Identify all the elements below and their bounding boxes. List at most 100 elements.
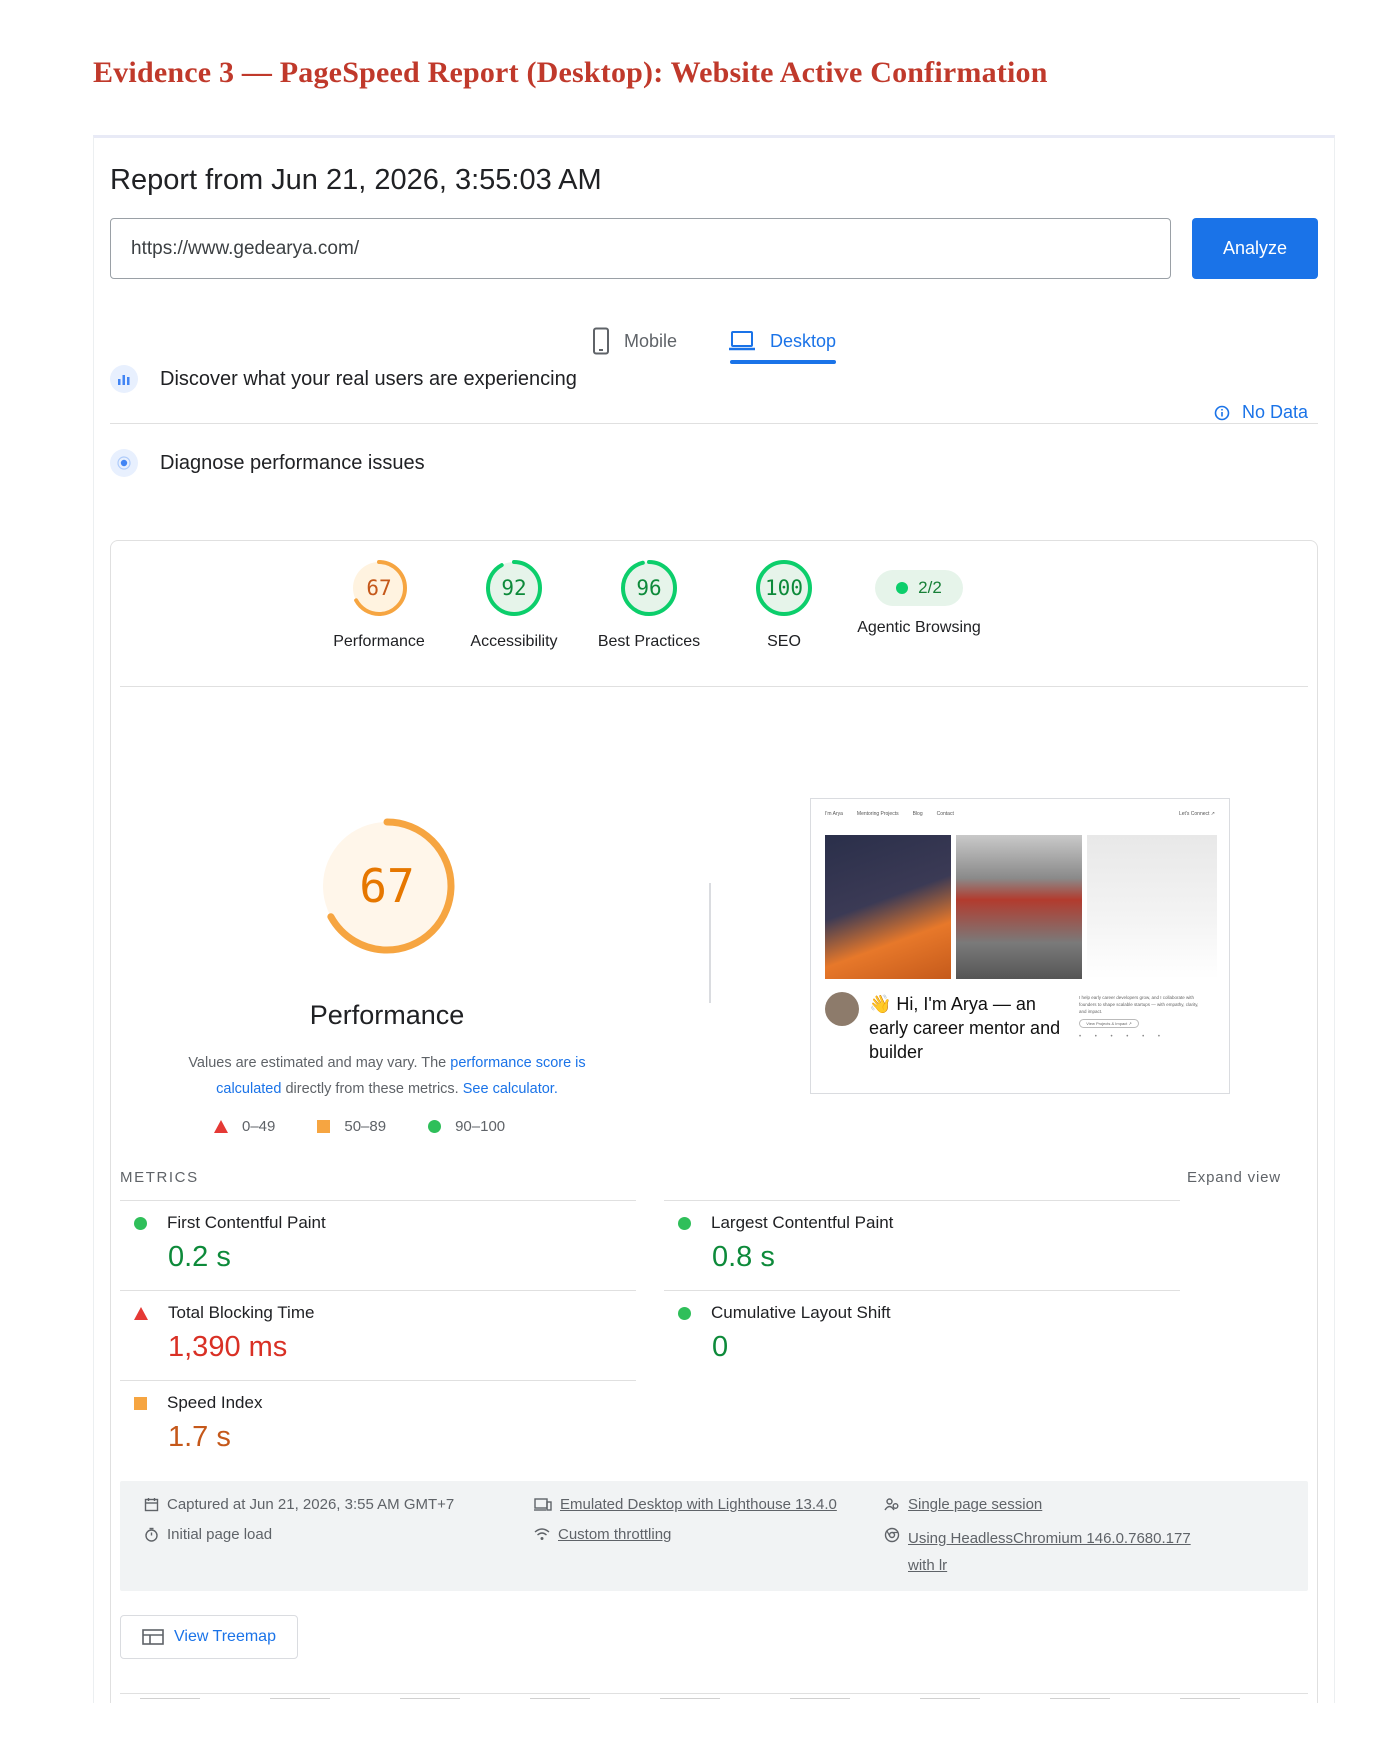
view-treemap-label: View Treemap — [174, 1628, 276, 1645]
metric-label: Largest Contentful Paint — [711, 1213, 894, 1232]
analyze-button[interactable]: Analyze — [1192, 218, 1318, 279]
laptop-icon — [729, 331, 755, 351]
expand-view-toggle[interactable]: Expand view — [1187, 1169, 1281, 1186]
fail-triangle-icon — [134, 1306, 148, 1320]
score-gauge-agentic-browsing[interactable]: 2/2 Agentic Browsing — [834, 557, 1004, 637]
screenshot-nav-item: Mentoring Projects — [856, 811, 899, 817]
url-input[interactable] — [110, 218, 1171, 279]
filmstrip-frame — [790, 1698, 850, 1703]
metric-value: 1.7 s — [168, 1421, 231, 1453]
metric-divider — [120, 1200, 636, 1201]
screenshot-nav-item: Blog — [912, 811, 923, 817]
pass-dot-icon — [896, 582, 909, 594]
metric-label: Speed Index — [167, 1393, 263, 1412]
score-gauge-performance[interactable]: 67 Performance — [304, 557, 454, 651]
chrome-icon — [884, 1527, 900, 1543]
emulated-device-text: Emulated Desktop with Lighthouse 13.4.0 — [560, 1496, 837, 1513]
metric-divider — [120, 1290, 636, 1291]
captured-at: Captured at Jun 21, 2026, 3:55 AM GMT+7 — [144, 1495, 454, 1515]
legend-average: 50–89 — [317, 1118, 386, 1135]
initial-page-load: Initial page load — [144, 1525, 272, 1545]
gauge-score: 67 — [366, 576, 392, 600]
screenshot-side-paragraph: I help early career developers grow, and… — [1079, 995, 1199, 1014]
metric-divider — [120, 1380, 636, 1381]
gauge-score: 96 — [636, 576, 662, 600]
wifi-icon — [534, 1528, 550, 1540]
legend-average-label: 50–89 — [344, 1118, 387, 1135]
view-treemap-button[interactable]: View Treemap — [120, 1615, 298, 1659]
real-users-row[interactable]: Discover what your real users are experi… — [110, 354, 577, 404]
legend-bad: 0–49 — [214, 1118, 275, 1135]
filmstrip-frame — [270, 1698, 330, 1703]
emulated-device[interactable]: Emulated Desktop with Lighthouse 13.4.0 — [534, 1495, 837, 1515]
metric-value: 0 — [712, 1331, 729, 1363]
filmstrip-frame — [530, 1698, 590, 1703]
fail-triangle-icon — [214, 1120, 228, 1133]
agentic-value: 2/2 — [918, 578, 942, 597]
filmstrip-frame — [400, 1698, 460, 1703]
tab-desktop[interactable]: Desktop — [728, 316, 836, 366]
lighthouse-icon — [110, 449, 138, 477]
metric-value: 0.2 s — [168, 1241, 231, 1273]
browser-version-text: Using HeadlessChromium 146.0.7680.177 wi… — [908, 1530, 1191, 1574]
filmstrip-frame — [1050, 1698, 1110, 1703]
metric-divider — [664, 1290, 1180, 1291]
score-gauge-best-practices[interactable]: 96 Best Practices — [574, 557, 724, 651]
pass-circle-icon — [678, 1216, 691, 1230]
captured-at-text: Captured at Jun 21, 2026, 3:55 AM GMT+7 — [167, 1496, 455, 1513]
filmstrip-frame — [660, 1698, 720, 1703]
timer-icon — [145, 1527, 158, 1542]
screenshot-photo-2 — [956, 835, 1082, 979]
filmstrip — [120, 1693, 1308, 1703]
metric-label: First Contentful Paint — [167, 1213, 326, 1232]
tab-mobile-label: Mobile — [624, 330, 678, 351]
legend-bad-label: 0–49 — [242, 1118, 276, 1135]
crux-chart-icon — [110, 365, 138, 393]
pass-circle-icon — [428, 1120, 442, 1133]
report-title: Report from Jun 21, 2026, 3:55:03 AM — [110, 164, 602, 196]
screenshot-nav-brand: I'm Arya — [825, 811, 843, 817]
metric-label: Total Blocking Time — [168, 1303, 315, 1322]
performance-title: Performance — [309, 1000, 465, 1030]
screenshot-side-text: I help early career developers grow, and… — [1079, 994, 1199, 1041]
tab-desktop-label: Desktop — [770, 330, 837, 351]
no-data-status[interactable]: No Data — [1214, 402, 1308, 423]
screenshot-social-icons: • • • • • • — [1079, 1034, 1166, 1040]
tab-mobile[interactable]: Mobile — [592, 316, 677, 366]
browser-version[interactable]: Using HeadlessChromium 146.0.7680.177 wi… — [884, 1525, 1214, 1579]
devices-icon — [534, 1498, 552, 1511]
score-legend: 0–49 50–89 90–100 — [214, 1118, 505, 1135]
gauge-score: 100 — [765, 576, 803, 600]
metric-lcp: Largest Contentful Paint 0.8 s — [678, 1213, 893, 1274]
screenshot-photo-3 — [1087, 835, 1217, 979]
gauges-divider — [120, 686, 1308, 687]
document-title: Evidence 3 — PageSpeed Report (Desktop):… — [93, 56, 1048, 89]
legend-good: 90–100 — [428, 1118, 505, 1135]
agentic-pill: 2/2 — [875, 570, 963, 606]
single-page-session-text: Single page session — [908, 1496, 1043, 1513]
final-screenshot: I'm Arya Mentoring Projects Blog Contact… — [810, 798, 1230, 1094]
selected-tab-indicator — [730, 360, 836, 364]
pass-circle-icon — [134, 1216, 147, 1230]
score-gauge-accessibility[interactable]: 92 Accessibility — [439, 557, 589, 651]
gauge-score: 92 — [501, 576, 527, 600]
network-throttling[interactable]: Custom throttling — [534, 1525, 671, 1545]
metric-divider — [664, 1200, 1180, 1201]
info-icon — [1214, 405, 1230, 420]
performance-big-score: 67 — [359, 859, 415, 913]
network-throttling-text: Custom throttling — [558, 1526, 672, 1543]
see-calculator-link[interactable]: See calculator. — [463, 1081, 558, 1097]
gauge-label: Accessibility — [470, 633, 558, 650]
calendar-icon — [144, 1498, 159, 1512]
section-divider — [110, 423, 1318, 424]
single-page-session[interactable]: Single page session — [884, 1495, 1042, 1515]
metric-label: Cumulative Layout Shift — [711, 1303, 891, 1322]
performance-big-gauge: 67 — [312, 811, 462, 961]
filmstrip-frame — [140, 1698, 200, 1703]
performance-note: Values are estimated and may vary. The p… — [177, 1050, 597, 1102]
metric-speed-index: Speed Index 1.7 s — [134, 1393, 262, 1454]
screenshot-avatar — [825, 992, 859, 1026]
runtime-settings: Captured at Jun 21, 2026, 3:55 AM GMT+7 … — [120, 1481, 1308, 1591]
treemap-icon — [142, 1629, 164, 1645]
metric-cls: Cumulative Layout Shift 0 — [678, 1303, 891, 1364]
